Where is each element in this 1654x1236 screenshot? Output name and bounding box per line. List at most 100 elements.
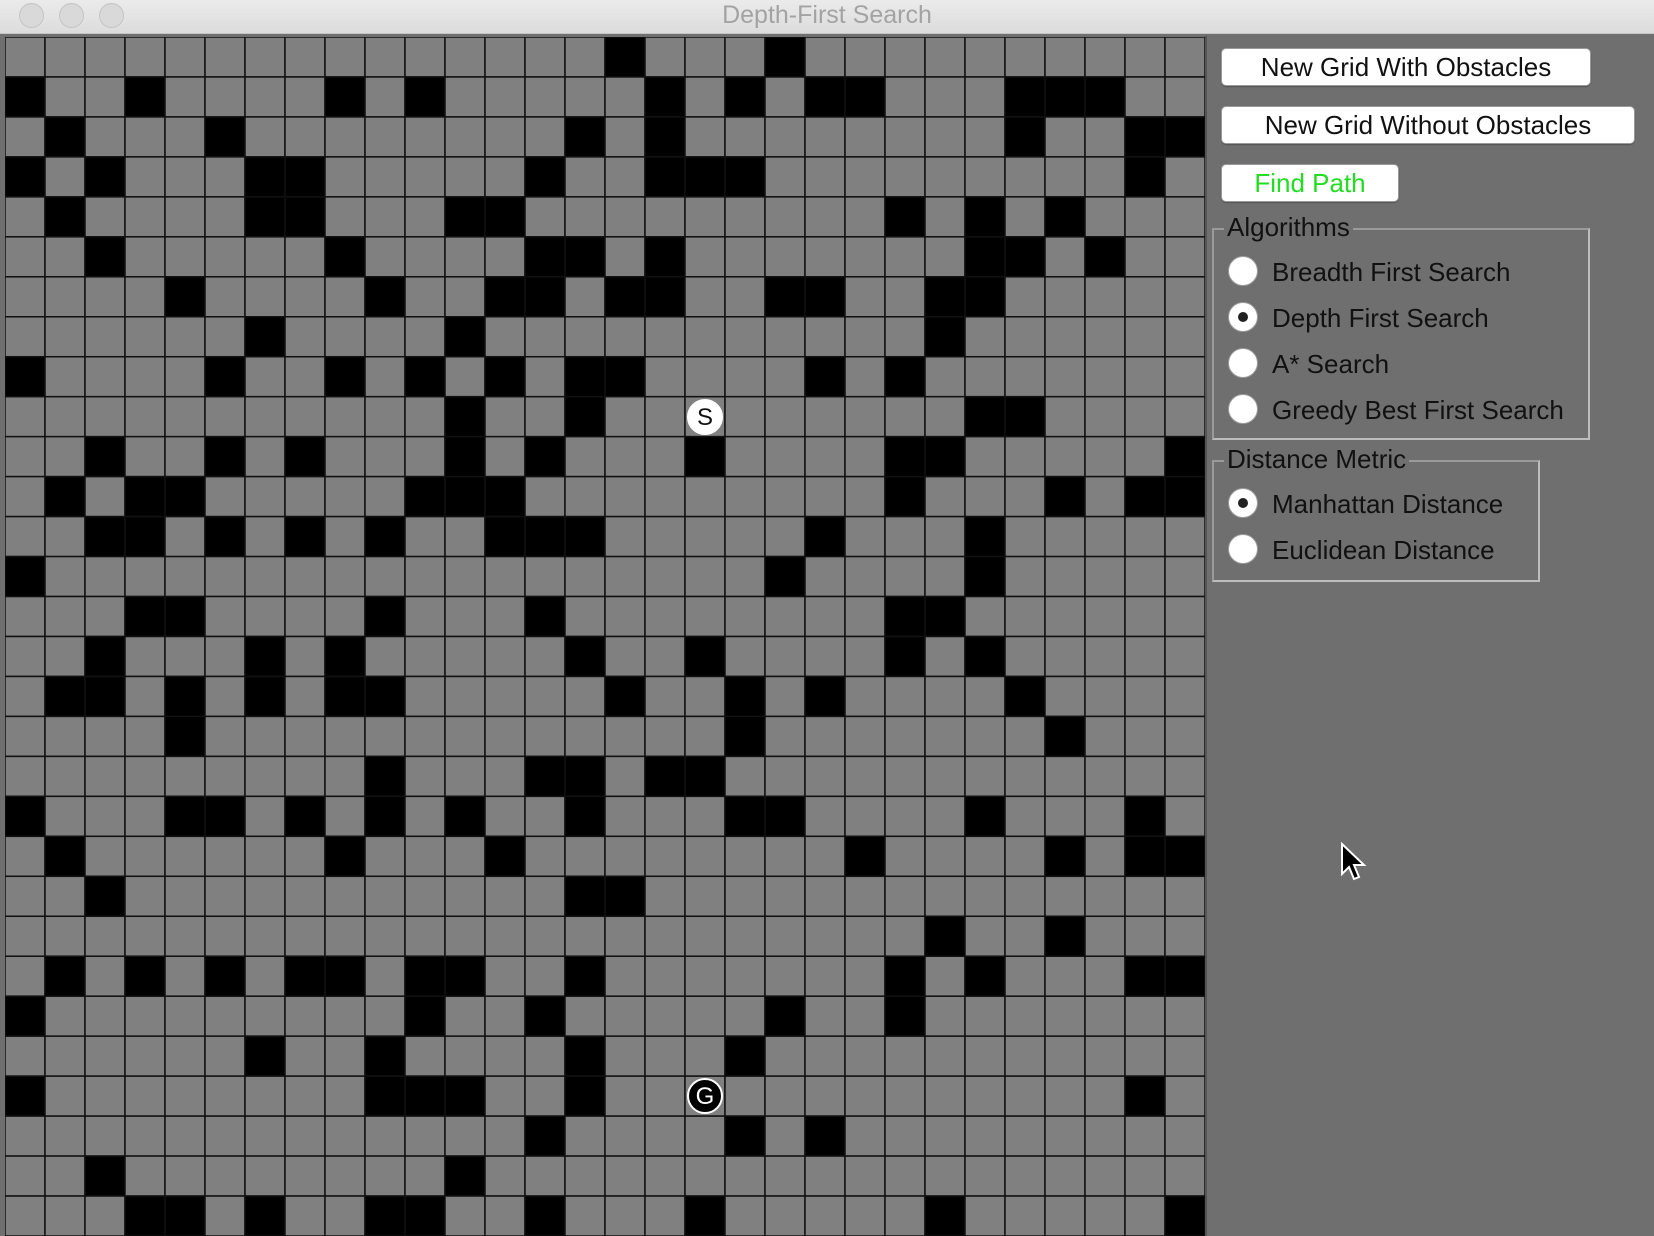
wall-cell[interactable]: [164, 795, 206, 838]
grid-cell[interactable]: [404, 276, 446, 318]
grid-cell[interactable]: [1004, 156, 1046, 198]
grid-cell[interactable]: [444, 76, 486, 118]
grid-cell[interactable]: [924, 835, 966, 878]
grid-cell[interactable]: [404, 515, 446, 558]
grid-cell[interactable]: [764, 435, 806, 478]
grid-cell[interactable]: [484, 715, 526, 758]
grid-cell[interactable]: [684, 276, 726, 318]
grid-cell[interactable]: [964, 475, 1006, 518]
wall-cell[interactable]: [964, 515, 1006, 558]
grid-cell[interactable]: [844, 475, 886, 518]
wall-cell[interactable]: [124, 595, 166, 638]
grid-cell[interactable]: [564, 316, 606, 358]
grid-cell[interactable]: [1084, 1115, 1126, 1157]
wall-cell[interactable]: [564, 875, 606, 918]
wall-cell[interactable]: [444, 435, 486, 478]
grid-cell[interactable]: [124, 116, 166, 158]
grid-cell[interactable]: [364, 875, 406, 918]
grid-cell[interactable]: [644, 1155, 686, 1197]
wall-cell[interactable]: [1004, 116, 1046, 158]
grid-cell[interactable]: [884, 515, 926, 558]
grid-cell[interactable]: [684, 915, 726, 957]
grid-cell[interactable]: [1004, 435, 1046, 478]
grid-cell[interactable]: [244, 37, 286, 78]
wall-cell[interactable]: [364, 1195, 406, 1236]
grid-cell[interactable]: [924, 395, 966, 438]
grid-cell[interactable]: [564, 715, 606, 758]
grid-cell[interactable]: [1044, 435, 1086, 478]
grid-cell[interactable]: [364, 555, 406, 598]
grid-cell[interactable]: [884, 276, 926, 318]
wall-cell[interactable]: [284, 196, 326, 238]
grid-cell[interactable]: [604, 715, 646, 758]
grid-cell[interactable]: [324, 475, 366, 518]
grid-cell[interactable]: [1004, 995, 1046, 1037]
grid-cell[interactable]: [684, 236, 726, 278]
grid-cell[interactable]: [324, 156, 366, 198]
grid-cell[interactable]: [204, 395, 246, 438]
grid-cell[interactable]: [884, 1075, 926, 1117]
grid-cell[interactable]: [844, 316, 886, 358]
grid-cell[interactable]: [1124, 675, 1166, 718]
wall-cell[interactable]: [564, 236, 606, 278]
grid-cell[interactable]: [364, 475, 406, 518]
grid-cell[interactable]: [844, 1195, 886, 1236]
grid-cell[interactable]: [1044, 1075, 1086, 1117]
grid-cell[interactable]: [1164, 395, 1205, 438]
wall-cell[interactable]: [1124, 475, 1166, 518]
grid-cell[interactable]: [964, 595, 1006, 638]
grid-cell[interactable]: [84, 276, 126, 318]
grid-cell[interactable]: [164, 1115, 206, 1157]
wall-cell[interactable]: [924, 595, 966, 638]
grid-cell[interactable]: [44, 755, 86, 798]
grid-cell[interactable]: [44, 515, 86, 558]
wall-cell[interactable]: [324, 76, 366, 118]
grid-cell[interactable]: [204, 196, 246, 238]
grid-cell[interactable]: [844, 156, 886, 198]
grid-cell[interactable]: [564, 1155, 606, 1197]
grid-cell[interactable]: [1164, 675, 1205, 718]
grid-cell[interactable]: [44, 1035, 86, 1077]
grid-cell[interactable]: [5, 395, 46, 438]
grid-cell[interactable]: [84, 795, 126, 838]
wall-cell[interactable]: [364, 675, 406, 718]
algorithm-radio[interactable]: [1228, 256, 1258, 286]
wall-cell[interactable]: [1044, 475, 1086, 518]
grid-cell[interactable]: [5, 675, 46, 718]
grid-cell[interactable]: [604, 515, 646, 558]
grid-cell[interactable]: [844, 236, 886, 278]
grid-cell[interactable]: [604, 116, 646, 158]
wall-cell[interactable]: [604, 875, 646, 918]
grid-cell[interactable]: [1084, 37, 1126, 78]
grid-cell[interactable]: [244, 276, 286, 318]
wall-cell[interactable]: [44, 475, 86, 518]
grid-cell[interactable]: [1124, 196, 1166, 238]
grid-cell[interactable]: [484, 595, 526, 638]
wall-cell[interactable]: [484, 355, 526, 398]
grid-cell[interactable]: [404, 116, 446, 158]
wall-cell[interactable]: [924, 915, 966, 957]
grid-cell[interactable]: [84, 955, 126, 997]
grid-cell[interactable]: [804, 835, 846, 878]
grid-cell[interactable]: [1044, 1115, 1086, 1157]
wall-cell[interactable]: [84, 435, 126, 478]
grid-cell[interactable]: [1084, 355, 1126, 398]
grid-cell[interactable]: [244, 435, 286, 478]
grid-cell[interactable]: [364, 116, 406, 158]
grid-cell[interactable]: [5, 276, 46, 318]
grid-cell[interactable]: [5, 835, 46, 878]
grid-cell[interactable]: [44, 316, 86, 358]
grid-cell[interactable]: [924, 795, 966, 838]
grid-cell[interactable]: [204, 276, 246, 318]
grid-cell[interactable]: [44, 915, 86, 957]
grid-cell[interactable]: [1164, 355, 1205, 398]
grid-cell[interactable]: [1004, 555, 1046, 598]
wall-cell[interactable]: [1164, 1195, 1205, 1236]
wall-cell[interactable]: [364, 1035, 406, 1077]
grid-cell[interactable]: [244, 995, 286, 1037]
grid-cell[interactable]: [964, 755, 1006, 798]
wall-cell[interactable]: [524, 515, 566, 558]
wall-cell[interactable]: [324, 675, 366, 718]
grid-cell[interactable]: [284, 116, 326, 158]
grid-cell[interactable]: [244, 1075, 286, 1117]
